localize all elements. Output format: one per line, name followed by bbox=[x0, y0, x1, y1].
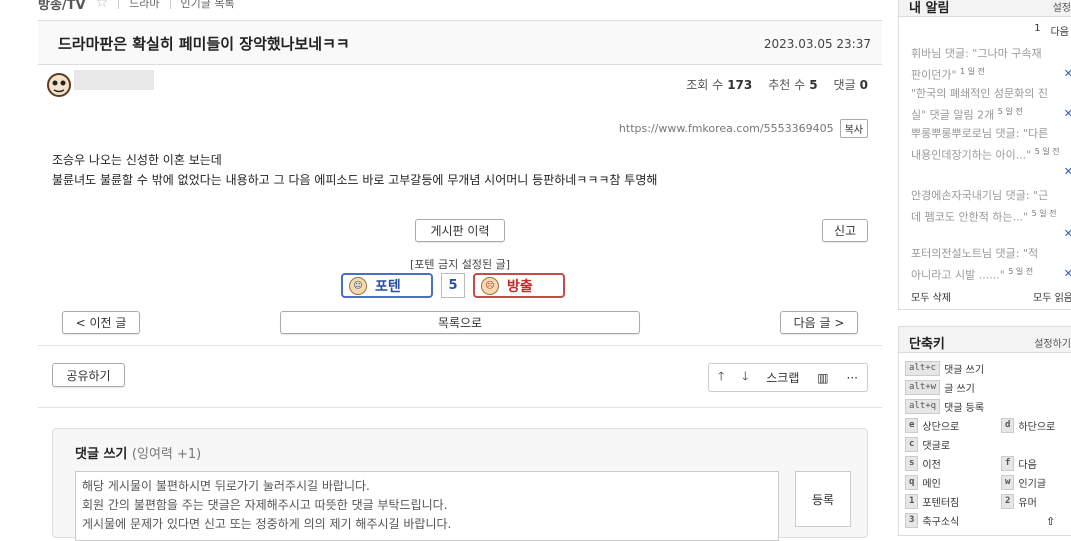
arrow-up-icon[interactable]: 🡑 bbox=[718, 367, 724, 388]
vote-count: 5 bbox=[441, 273, 465, 298]
shortcut-title: 단축키 bbox=[909, 337, 945, 352]
share-button[interactable]: 공유하기 bbox=[52, 363, 125, 387]
avatar[interactable] bbox=[46, 72, 72, 98]
shortcut-box: 단축키 설정하기 alt+c 댓글 쓰기 alt+w 글 쓰기 alt+q 댓글 등록… bbox=[898, 326, 1071, 536]
shortcut-item: d 하단으로 bbox=[1001, 418, 1055, 433]
page-title: 드라마판은 확실히 페미들이 장악했나보네ㅋㅋ bbox=[58, 35, 350, 53]
shortcut-header: 단축키 설정하기 bbox=[899, 327, 1071, 353]
poten-vote-button[interactable]: ☺ 포텐 bbox=[341, 273, 433, 298]
shortcut-item: alt+c 댓글 쓰기 bbox=[905, 361, 984, 376]
close-icon[interactable]: ✕ bbox=[1064, 265, 1071, 283]
shortcut-item: s 이전 bbox=[905, 456, 941, 471]
recommend-stat: 추천 수5 bbox=[768, 78, 818, 92]
shortcut-item: q 메인 bbox=[905, 475, 941, 490]
close-icon[interactable]: ✕ bbox=[1064, 225, 1071, 243]
breadcrumb-category[interactable]: 방송/TV bbox=[38, 0, 86, 13]
mouse-cursor-icon: ⇧ bbox=[1046, 515, 1056, 528]
thumbs-up-face-icon: ☺ bbox=[349, 276, 367, 295]
thumbs-down-face-icon: ☹ bbox=[481, 276, 499, 295]
more-icon[interactable]: ··· bbox=[847, 371, 858, 385]
shortcut-item: alt+w 글 쓰기 bbox=[905, 380, 975, 395]
divider bbox=[169, 0, 171, 9]
body-line: 조승우 나오는 신성한 이혼 보는데 bbox=[52, 153, 222, 167]
views-stat: 조회 수 173 bbox=[686, 78, 753, 92]
post-toolbox: 🡑 🡓 스크랩 ▥ ··· bbox=[708, 363, 868, 392]
notification-item[interactable]: 휘바님 댓글: "그나마 구속재 판이던가" 1 일 전 ✕ bbox=[911, 45, 1071, 85]
notification-item[interactable]: 포터의전설노트님 댓글: "적 아니라고 시발 ......" 5 일 전 ✕ bbox=[911, 245, 1071, 285]
breadcrumb-sub[interactable]: 드라마 bbox=[129, 0, 159, 11]
close-icon[interactable]: ✕ bbox=[1064, 163, 1071, 181]
close-icon[interactable]: ✕ bbox=[1064, 105, 1071, 123]
body-line: 불륜녀도 불륜할 수 밖에 없었다는 내용하고 그 다음 에피소드 바로 고부갈… bbox=[52, 173, 658, 187]
report-button[interactable]: 신고 bbox=[822, 219, 868, 242]
notification-item[interactable]: 안경에손자국내기님 댓글: "근 데 펨코도 안한적 하는..." 5 일 전 … bbox=[911, 187, 1071, 240]
breadcrumb: 방송/TV ☆ 드라마 인기글 목록 bbox=[38, 0, 235, 13]
shortcut-item: w 인기글 bbox=[1001, 475, 1046, 490]
divider bbox=[38, 345, 882, 346]
page-number: 1 bbox=[1034, 23, 1041, 34]
notification-settings-link[interactable]: 설정 bbox=[1053, 0, 1071, 14]
divider bbox=[38, 407, 882, 408]
delete-all-link[interactable]: 모두 삭제 bbox=[911, 289, 951, 304]
notification-header: 내 알림 설정 bbox=[899, 0, 1071, 17]
shortcut-item: 1 포텐터짐 bbox=[905, 494, 959, 509]
arrow-down-icon[interactable]: 🡓 bbox=[742, 367, 748, 388]
notification-footer: 모두 삭제 모두 읽음 bbox=[911, 289, 1071, 304]
notification-box: 내 알림 설정 1 다음 휘바님 댓글: "그나마 구속재 판이던가" 1 일 … bbox=[898, 0, 1071, 310]
post-url[interactable]: https://www.fmkorea.com/5553369405 bbox=[619, 122, 834, 135]
copy-url-button[interactable]: 복사 bbox=[839, 119, 868, 138]
post-date: 2023.03.05 23:37 bbox=[763, 37, 871, 51]
sidebar: 내 알림 설정 1 다음 휘바님 댓글: "그나마 구속재 판이던가" 1 일 … bbox=[898, 0, 1071, 536]
post-stats: 조회 수 173 추천 수5 댓글 0 bbox=[686, 76, 868, 93]
close-icon[interactable]: ✕ bbox=[1064, 65, 1071, 83]
breadcrumb-popular[interactable]: 인기글 목록 bbox=[181, 0, 235, 11]
read-all-link[interactable]: 모두 읽음 bbox=[1033, 289, 1071, 304]
comment-title: 댓글 쓰기 (잉여력 +1) bbox=[75, 447, 202, 462]
post-area: 방송/TV ☆ 드라마 인기글 목록 드라마판은 확실히 페미들이 장악했나보네… bbox=[38, 0, 882, 541]
shortcut-item: e 상단으로 bbox=[905, 418, 959, 433]
notification-pager: 1 다음 bbox=[1034, 23, 1069, 38]
url-row: https://www.fmkorea.com/5553369405 복사 bbox=[619, 119, 868, 138]
poten-ban-notice: [포텐 금지 설정된 글] bbox=[409, 258, 511, 271]
shortcut-item: c 댓글로 bbox=[905, 437, 950, 452]
next-post-button[interactable]: 다음 글 > bbox=[780, 311, 858, 334]
post-body: 조승우 나오는 신성한 이혼 보는데 불륜녀도 불륜할 수 밖에 없었다는 내용… bbox=[52, 150, 657, 190]
board-history-button[interactable]: 게시판 이력 bbox=[415, 219, 505, 242]
vote-area: ☺ 포텐 5 ☹ 방출 bbox=[341, 273, 565, 298]
shortcut-item: alt+q 댓글 등록 bbox=[905, 399, 984, 414]
shortcut-item: f 다음 bbox=[1001, 456, 1037, 471]
comments-stat: 댓글 0 bbox=[833, 78, 868, 92]
prev-post-button[interactable]: < 이전 글 bbox=[62, 311, 140, 334]
author-name-blurred[interactable] bbox=[74, 70, 154, 90]
star-icon[interactable]: ☆ bbox=[96, 0, 109, 11]
notification-item[interactable]: "한국의 폐쇄적인 성문화의 진 실" 댓글 알림 2개 5 일 전 ✕ bbox=[911, 85, 1071, 125]
comment-form: 댓글 쓰기 (잉여력 +1) 해당 게시물이 불편하시면 뒤로가기 눌러주시길 … bbox=[52, 428, 868, 541]
next-page-link[interactable]: 다음 bbox=[1051, 23, 1069, 38]
shortcut-item: 2 유머 bbox=[1001, 494, 1037, 509]
title-bar: 드라마판은 확실히 페미들이 장악했나보네ㅋㅋ 2023.03.05 23:37 bbox=[38, 20, 882, 65]
notification-title: 내 알림 bbox=[909, 1, 950, 16]
notification-item[interactable]: 뿌롱뿌롱뿌로로님 댓글: "다른 내용인데장기하는 아이..." 5 일 전 ✕ bbox=[911, 125, 1071, 178]
scrap-button[interactable]: 스크랩 bbox=[766, 369, 799, 386]
bangchul-vote-button[interactable]: ☹ 방출 bbox=[473, 273, 565, 298]
comment-textarea[interactable]: 해당 게시물이 불편하시면 뒤로가기 눌러주시길 바랍니다. 회원 간의 불편함… bbox=[75, 471, 779, 541]
divider bbox=[118, 0, 120, 9]
shortcut-settings-link[interactable]: 설정하기 bbox=[1034, 335, 1071, 350]
list-button[interactable]: 목록으로 bbox=[280, 311, 640, 334]
comment-submit-button[interactable]: 등록 bbox=[795, 471, 851, 527]
chart-icon[interactable]: ▥ bbox=[817, 371, 828, 385]
